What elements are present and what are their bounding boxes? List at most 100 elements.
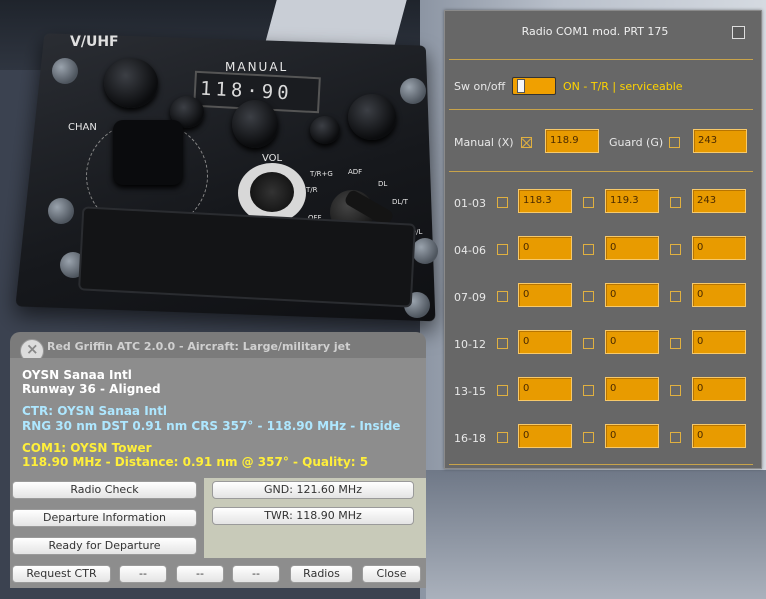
atc-info-panel: OYSN Sanaa Intl Runway 36 - Aligned CTR:… bbox=[10, 358, 426, 478]
atc-request-panel: Radio Check Departure Information Ready … bbox=[10, 478, 204, 558]
channel-checkbox[interactable] bbox=[670, 291, 681, 302]
channel-row-label: 10-12 bbox=[454, 338, 486, 351]
cockpit-console bbox=[426, 470, 766, 599]
channel-frequency-field[interactable]: 119.3 bbox=[605, 189, 659, 213]
channel-row-label: 01-03 bbox=[454, 197, 486, 210]
switch-label: Sw on/off bbox=[454, 80, 506, 93]
channel-frequency-field[interactable]: 0 bbox=[518, 377, 572, 401]
panel-screw bbox=[400, 78, 426, 104]
blank-button[interactable]: -- bbox=[232, 565, 280, 583]
mode-label: DL/T bbox=[392, 198, 408, 206]
runway-line: Runway 36 - Aligned bbox=[22, 382, 161, 396]
mode-label: ADF bbox=[348, 168, 363, 176]
channel-frequency-field[interactable]: 0 bbox=[518, 330, 572, 354]
mode-label: DL bbox=[378, 180, 388, 188]
channel-checkbox[interactable] bbox=[583, 244, 594, 255]
close-button[interactable]: Close bbox=[362, 565, 421, 583]
channel-frequency-field[interactable]: 0 bbox=[605, 424, 659, 448]
panel-label-chan: CHAN bbox=[68, 122, 97, 133]
airport-line: OYSN Sanaa Intl bbox=[22, 368, 132, 382]
channel-frequency-field[interactable]: 0 bbox=[692, 424, 746, 448]
channel-frequency-field[interactable]: 0 bbox=[605, 330, 659, 354]
volume-knob[interactable] bbox=[250, 172, 294, 212]
power-toggle[interactable] bbox=[512, 77, 556, 95]
atc-footer: Request CTR -- -- -- Radios Close bbox=[10, 558, 426, 588]
atc-window: Red Griffin ATC 2.0.0 - Aircraft: Large/… bbox=[7, 330, 427, 588]
channel-checkbox[interactable] bbox=[497, 432, 508, 443]
radios-button[interactable]: Radios bbox=[290, 565, 353, 583]
channel-checkbox[interactable] bbox=[497, 338, 508, 349]
ctr-detail: RNG 30 nm DST 0.91 nm CRS 357° - 118.90 … bbox=[22, 419, 401, 433]
manual-frequency-field[interactable]: 118.9 bbox=[545, 129, 599, 153]
channel-checkbox[interactable] bbox=[583, 385, 594, 396]
blank-button[interactable]: -- bbox=[119, 565, 167, 583]
channel-frequency-field[interactable]: 0 bbox=[605, 377, 659, 401]
separator bbox=[449, 109, 753, 110]
radio-check-button[interactable]: Radio Check bbox=[12, 481, 197, 499]
separator bbox=[449, 464, 753, 465]
twr-frequency-button[interactable]: TWR: 118.90 MHz bbox=[212, 507, 414, 525]
channel-frequency-field[interactable]: 0 bbox=[605, 236, 659, 260]
tuning-knob[interactable] bbox=[348, 94, 396, 140]
blank-button[interactable]: -- bbox=[176, 565, 224, 583]
separator bbox=[449, 171, 753, 172]
atc-frequency-panel: GND: 121.60 MHz TWR: 118.90 MHz bbox=[204, 478, 426, 558]
panel-screw bbox=[48, 198, 74, 224]
channel-checkbox[interactable] bbox=[670, 244, 681, 255]
channel-frequency-field[interactable]: 0 bbox=[692, 330, 746, 354]
radio-com1-dialog: Radio COM1 mod. PRT 175 Sw on/off ON - T… bbox=[444, 10, 762, 469]
channel-checkbox[interactable] bbox=[670, 432, 681, 443]
channel-row-label: 13-15 bbox=[454, 385, 486, 398]
channel-frequency-field[interactable]: 243 bbox=[692, 189, 746, 213]
manual-checkbox[interactable] bbox=[521, 137, 532, 148]
channel-checkbox[interactable] bbox=[670, 338, 681, 349]
manual-label: Manual (X) bbox=[454, 136, 514, 149]
channel-row-label: 07-09 bbox=[454, 291, 486, 304]
channel-checkbox[interactable] bbox=[497, 291, 508, 302]
guard-checkbox[interactable] bbox=[669, 137, 680, 148]
channel-frequency-field[interactable]: 0 bbox=[518, 236, 572, 260]
channel-checkbox[interactable] bbox=[497, 197, 508, 208]
channel-checkbox[interactable] bbox=[583, 197, 594, 208]
channel-checkbox[interactable] bbox=[497, 244, 508, 255]
com-detail: 118.90 MHz - Distance: 0.91 nm @ 357° - … bbox=[22, 455, 369, 469]
channel-frequency-field[interactable]: 0 bbox=[692, 236, 746, 260]
tuning-knob[interactable] bbox=[104, 58, 158, 108]
mode-label: T/R bbox=[306, 186, 318, 194]
panel-placard bbox=[78, 206, 416, 308]
channel-row-label: 04-06 bbox=[454, 244, 486, 257]
channel-checkbox[interactable] bbox=[583, 291, 594, 302]
channel-frequency-field[interactable]: 118.3 bbox=[518, 189, 572, 213]
panel-screw bbox=[52, 58, 78, 84]
departure-information-button[interactable]: Departure Information bbox=[12, 509, 197, 527]
channel-frequency-field[interactable]: 0 bbox=[692, 377, 746, 401]
guard-frequency-field[interactable]: 243 bbox=[693, 129, 747, 153]
tuning-knob[interactable] bbox=[232, 100, 278, 148]
ctr-line: CTR: OYSN Sanaa Intl bbox=[22, 404, 168, 418]
channel-frequency-field[interactable]: 0 bbox=[518, 424, 572, 448]
guard-label: Guard (G) bbox=[609, 136, 664, 149]
com-line: COM1: OYSN Tower bbox=[22, 441, 152, 455]
channel-checkbox[interactable] bbox=[497, 385, 508, 396]
channel-checkbox[interactable] bbox=[583, 338, 594, 349]
dialog-close-checkbox[interactable] bbox=[732, 26, 745, 39]
atc-titlebar[interactable]: Red Griffin ATC 2.0.0 - Aircraft: Large/… bbox=[10, 332, 426, 359]
channel-frequency-field[interactable]: 0 bbox=[692, 283, 746, 307]
toggle-knob bbox=[517, 79, 525, 93]
channel-frequency-field[interactable]: 0 bbox=[518, 283, 572, 307]
tuning-knob-small[interactable] bbox=[310, 116, 340, 144]
dialog-title: Radio COM1 mod. PRT 175 bbox=[521, 25, 669, 38]
gnd-frequency-button[interactable]: GND: 121.60 MHz bbox=[212, 481, 414, 499]
request-ctr-button[interactable]: Request CTR bbox=[12, 565, 111, 583]
channel-checkbox[interactable] bbox=[583, 432, 594, 443]
channel-checkbox[interactable] bbox=[670, 197, 681, 208]
switch-status: ON - T/R | serviceable bbox=[563, 80, 683, 93]
close-glyph: × bbox=[26, 340, 39, 358]
panel-label-vuhf: V/UHF bbox=[70, 34, 119, 50]
mode-label: T/R+G bbox=[310, 170, 333, 178]
atc-title: Red Griffin ATC 2.0.0 - Aircraft: Large/… bbox=[47, 340, 351, 353]
ready-for-departure-button[interactable]: Ready for Departure bbox=[12, 537, 197, 555]
channel-checkbox[interactable] bbox=[670, 385, 681, 396]
channel-frequency-field[interactable]: 0 bbox=[605, 283, 659, 307]
channel-selector-knob[interactable] bbox=[113, 120, 183, 185]
